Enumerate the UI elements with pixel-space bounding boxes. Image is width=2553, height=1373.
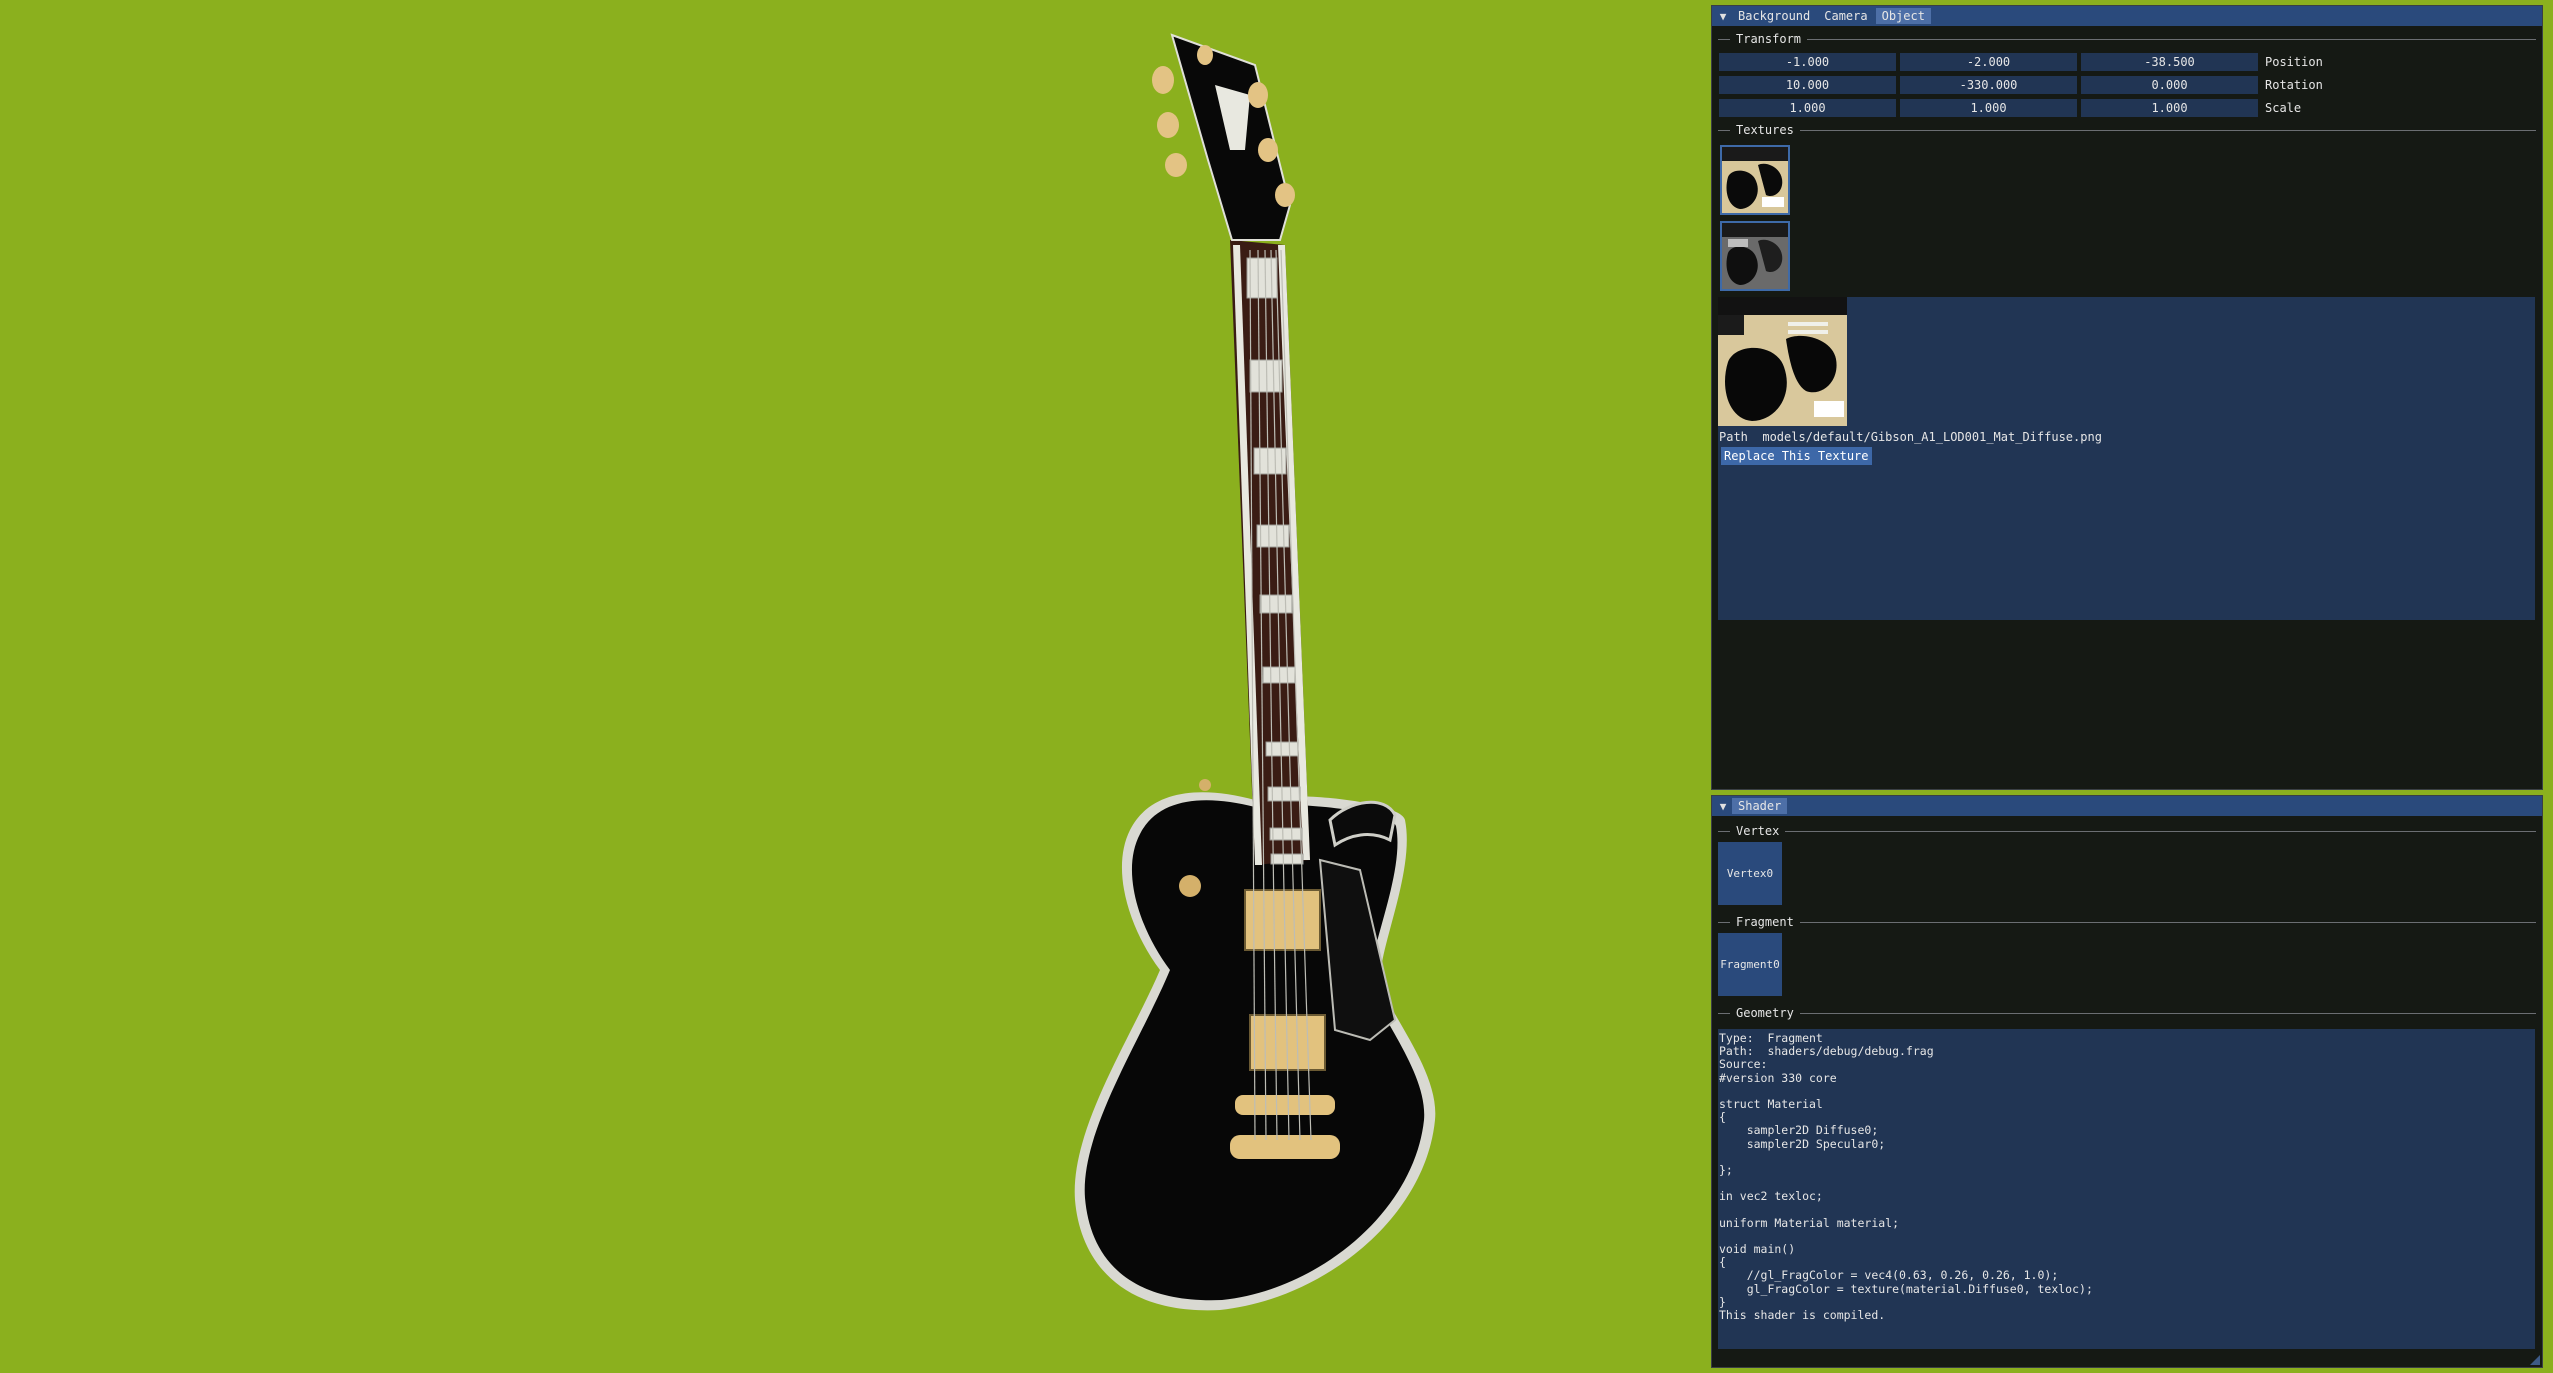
- position-y-field[interactable]: -2.000: [1900, 52, 2077, 71]
- code-line: sampler2D Diffuse0;: [1719, 1123, 1879, 1138]
- code-line: uniform Material material;: [1719, 1215, 1900, 1230]
- resize-grip-icon[interactable]: [2530, 1355, 2540, 1365]
- textures-title: Textures: [1736, 123, 1794, 137]
- vertex-header: Vertex: [1718, 820, 2536, 842]
- texture-preview-image: [1718, 297, 1847, 426]
- collapse-arrow-icon[interactable]: ▼: [1716, 9, 1730, 23]
- rotation-y-field[interactable]: -330.000: [1900, 75, 2077, 94]
- code-line: Path: shaders/debug/debug.frag: [1719, 1044, 1934, 1059]
- position-label: Position: [2265, 54, 2323, 69]
- shader-source-text[interactable]: Type: Fragment Path: shaders/debug/debug.…: [1718, 1029, 2535, 1349]
- tab-background[interactable]: Background: [1732, 8, 1816, 24]
- tab-object[interactable]: Object: [1875, 8, 1931, 24]
- code-line: };: [1719, 1162, 1733, 1177]
- fragment-title: Fragment: [1736, 915, 1794, 929]
- scale-x-field[interactable]: 1.000: [1719, 98, 1896, 117]
- code-line: void main(): [1719, 1242, 1796, 1256]
- rotation-x-field[interactable]: 10.000: [1719, 75, 1896, 94]
- replace-texture-button[interactable]: Replace This Texture: [1721, 447, 1872, 465]
- geometry-header: Geometry: [1718, 1002, 2536, 1024]
- code-line: Source:: [1719, 1057, 1768, 1072]
- code-line: in vec2 texloc;: [1719, 1189, 1823, 1204]
- scale-y-field[interactable]: 1.000: [1900, 98, 2077, 117]
- tab-camera[interactable]: Camera: [1818, 8, 1873, 24]
- position-x-field[interactable]: -1.000: [1719, 52, 1896, 71]
- code-line: #version 330 core: [1719, 1070, 1837, 1085]
- code-line: struct Material: [1719, 1096, 1823, 1111]
- guitar-model: [1074, 33, 1436, 1311]
- object-panel: ▼ Background Camera Object Transform -1.…: [1711, 5, 2543, 790]
- vertex-title: Vertex: [1736, 824, 1780, 838]
- code-line: gl_FragColor = texture(material.Diffuse0…: [1719, 1281, 2093, 1296]
- neck-pickup: [1244, 889, 1321, 951]
- code-line: sampler2D Specular0;: [1719, 1136, 1886, 1151]
- rotation-z-field[interactable]: 0.000: [2081, 75, 2258, 94]
- scale-label: Scale: [2265, 100, 2302, 115]
- rotation-label: Rotation: [2265, 77, 2323, 92]
- code-line: }: [1719, 1294, 1726, 1309]
- shader-panel-titlebar: ▼ Shader: [1712, 796, 2542, 816]
- 3d-viewport[interactable]: [0, 0, 1710, 1373]
- texture-thumbnail-specular[interactable]: [1720, 221, 1790, 291]
- rotation-row: 10.000 -330.000 0.000 Rotation: [1712, 73, 2542, 96]
- texture-path-value: models/default/Gibson_A1_LOD001_Mat_Diff…: [1762, 430, 2102, 444]
- fragment-shader-button[interactable]: Fragment0: [1718, 933, 1782, 996]
- texture-path: Path models/default/Gibson_A1_LOD001_Mat…: [1719, 430, 2102, 444]
- textures-header: Textures: [1718, 119, 2536, 141]
- shader-panel: ▼ Shader Vertex Vertex0 Fragment Fragmen…: [1711, 795, 2543, 1368]
- texture-detail-area: Path models/default/Gibson_A1_LOD001_Mat…: [1718, 297, 2535, 620]
- tab-shader[interactable]: Shader: [1732, 798, 1788, 814]
- collapse-arrow-icon[interactable]: ▼: [1716, 799, 1730, 813]
- transform-header: Transform: [1718, 28, 2536, 50]
- texture-thumbnail-diffuse[interactable]: [1720, 145, 1790, 215]
- code-line: //gl_FragColor = vec4(0.63, 0.26, 0.26, …: [1719, 1268, 2059, 1283]
- geometry-title: Geometry: [1736, 1006, 1794, 1020]
- scale-z-field[interactable]: 1.000: [2081, 98, 2258, 117]
- position-row: -1.000 -2.000 -38.500 Position: [1712, 50, 2542, 73]
- position-z-field[interactable]: -38.500: [2081, 52, 2258, 71]
- fragment-header: Fragment: [1718, 911, 2536, 933]
- object-panel-titlebar: ▼ Background Camera Object: [1712, 6, 2542, 26]
- transform-title: Transform: [1736, 32, 1802, 46]
- vertex-shader-button[interactable]: Vertex0: [1718, 842, 1782, 905]
- code-line: This shader is compiled.: [1719, 1307, 1886, 1322]
- texture-path-label: Path: [1719, 430, 1748, 444]
- scale-row: 1.000 1.000 1.000 Scale: [1712, 96, 2542, 119]
